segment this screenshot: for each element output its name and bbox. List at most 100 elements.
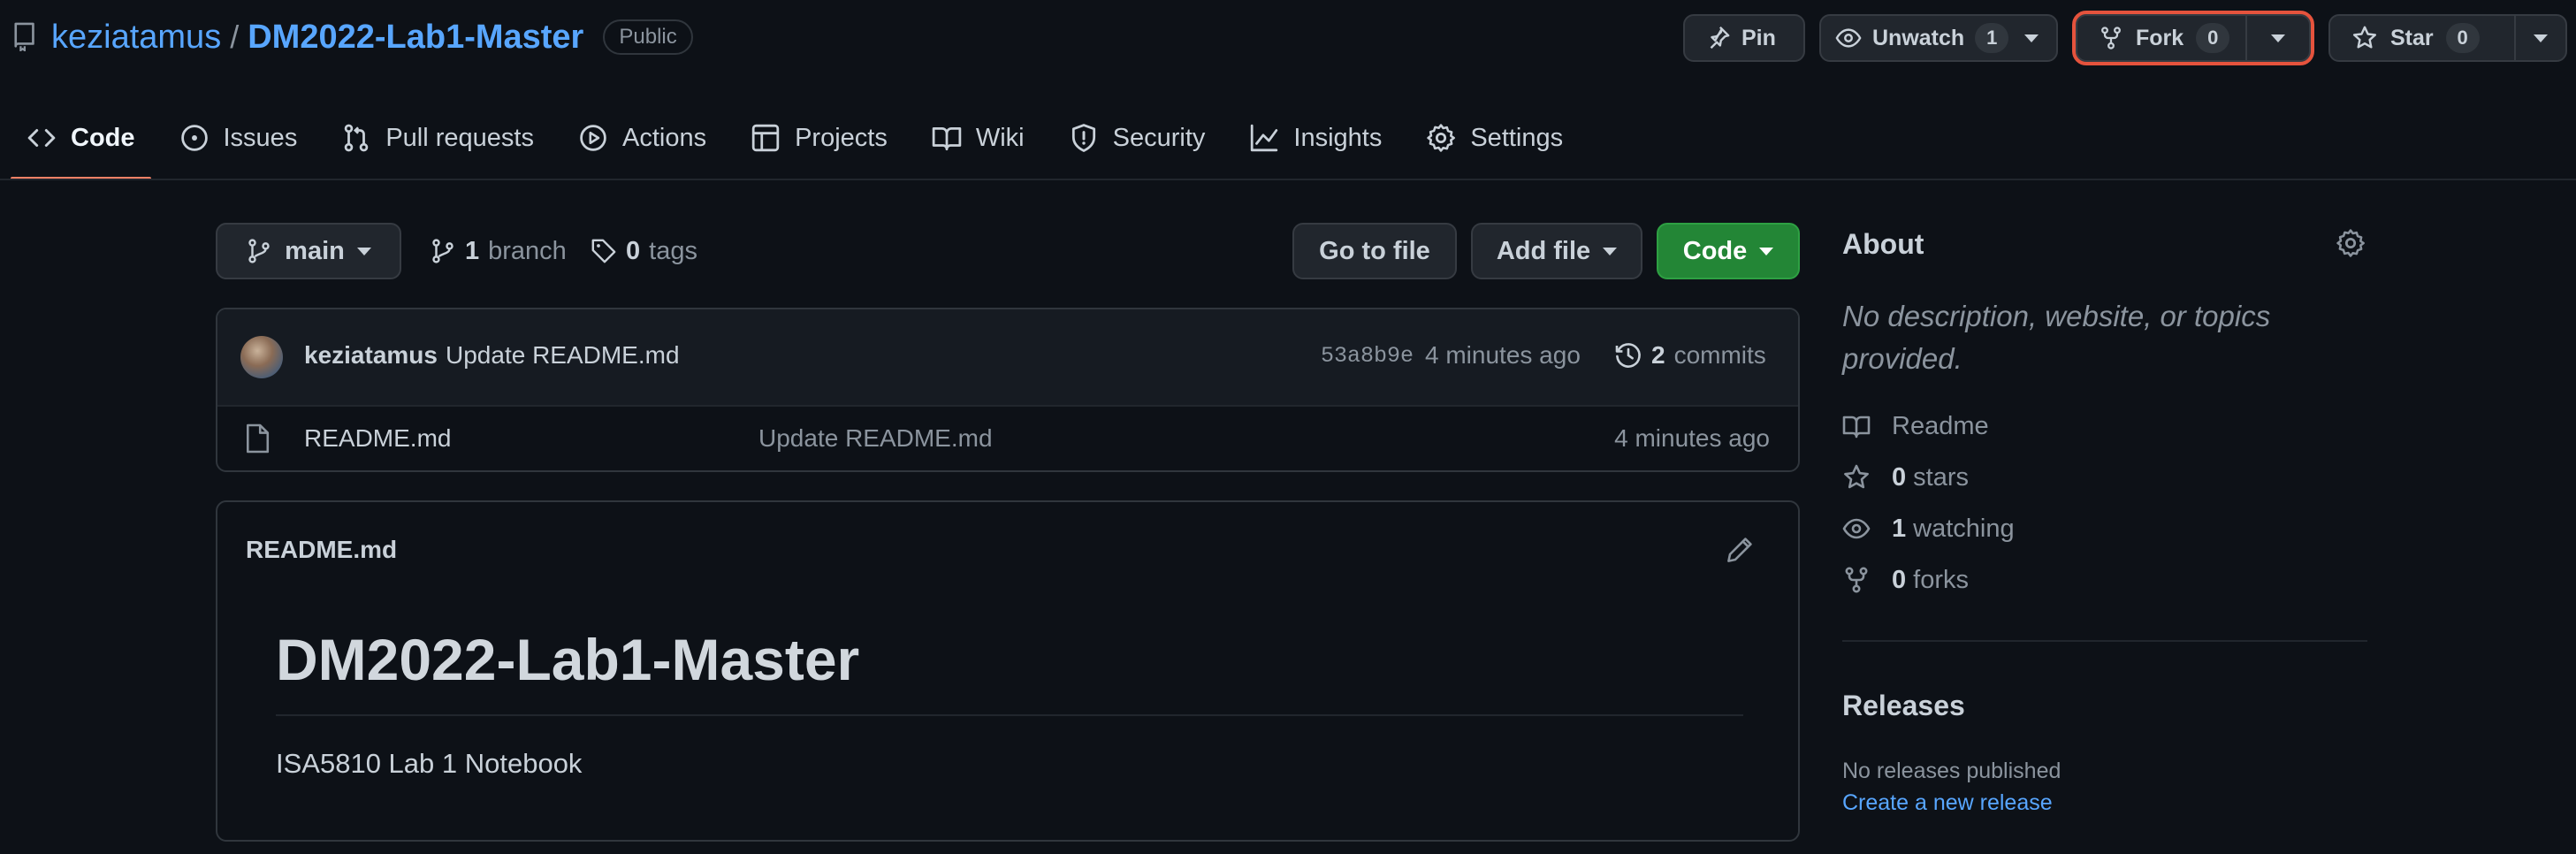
shield-icon (1071, 124, 1095, 152)
pin-label: Pin (1741, 25, 1776, 50)
readme-filename[interactable]: README.md (246, 536, 397, 564)
readme-divider (276, 714, 1743, 716)
watching-count: 1 (1892, 514, 1907, 543)
code-button[interactable]: Code (1657, 223, 1800, 279)
pull-request-icon (345, 124, 369, 152)
graph-icon (1251, 124, 1278, 152)
tab-label: Actions (621, 123, 707, 152)
watching-link[interactable]: 1 watching (1842, 509, 2015, 548)
branch-icon (432, 239, 453, 263)
star-icon (1844, 464, 1869, 489)
readme-body: ISA5810 Lab 1 Notebook (276, 748, 583, 779)
commit-message-link[interactable]: Update README.md (446, 341, 680, 370)
table-row[interactable]: README.md Update README.md 4 minutes ago (217, 405, 1798, 470)
stars-link[interactable]: 0 stars (1842, 458, 1969, 497)
issue-icon (180, 125, 208, 151)
code-icon (27, 129, 56, 147)
fork-button[interactable]: Fork 0 (2077, 16, 2245, 60)
fork-button-group: Fork 0 (2072, 11, 2314, 65)
file-list: keziatamus Update README.md 53a8b9e 4 mi… (216, 308, 1800, 472)
commit-sha-link[interactable]: 53a8b9e (1321, 343, 1414, 369)
chevron-down-icon (356, 247, 371, 255)
unwatch-button[interactable]: Unwatch 1 (1819, 14, 2058, 62)
visibility-badge: Public (603, 19, 693, 55)
tabs-divider (0, 179, 2576, 180)
star-label: Star (2390, 25, 2434, 50)
owner-link[interactable]: keziatamus (51, 19, 221, 57)
play-icon (580, 125, 606, 151)
latest-commit-row: keziatamus Update README.md 53a8b9e 4 mi… (217, 309, 1798, 407)
commit-author-link[interactable]: keziatamus (304, 341, 438, 370)
file-icon (247, 423, 270, 454)
tags-link[interactable]: 0 tags (591, 225, 697, 278)
watch-counter: 1 (1975, 23, 2009, 53)
stars-label: stars (1913, 462, 1969, 492)
repo-tabs: Code Issues Pull requests Actions Projec… (11, 113, 1591, 180)
file-commit-message-link[interactable]: Update README.md (758, 424, 993, 453)
pin-button[interactable]: Pin (1683, 14, 1805, 62)
fork-label: Fork (2136, 25, 2184, 50)
chevron-down-icon (2534, 34, 2548, 42)
commits-history-link[interactable]: 2 commits (1614, 336, 1766, 375)
commit-time: 4 minutes ago (1425, 341, 1581, 369)
branch-select-button[interactable]: main (216, 223, 401, 279)
repo-name-link[interactable]: DM2022-Lab1-Master (248, 19, 583, 57)
tab-projects[interactable]: Projects (735, 113, 903, 163)
go-to-file-button[interactable]: Go to file (1292, 223, 1457, 279)
tab-label: Pull requests (385, 123, 534, 152)
go-to-file-label: Go to file (1319, 236, 1430, 265)
fork-counter: 0 (2196, 23, 2230, 53)
star-button-group: Star 0 (2328, 14, 2567, 62)
add-file-button[interactable]: Add file (1471, 223, 1642, 279)
no-releases-text: No releases published (1842, 759, 2062, 783)
branch-name: main (285, 236, 345, 265)
star-counter: 0 (2445, 23, 2480, 53)
tab-security[interactable]: Security (1053, 113, 1222, 163)
gear-icon[interactable] (2336, 228, 2366, 258)
pencil-icon[interactable] (1726, 536, 1754, 564)
tab-insights[interactable]: Insights (1233, 113, 1398, 163)
readme-link-label: Readme (1892, 411, 1989, 440)
branches-link[interactable]: 1 branch (430, 225, 567, 278)
tab-label: Security (1112, 123, 1206, 152)
avatar[interactable] (240, 336, 283, 378)
file-commit-time: 4 minutes ago (1614, 424, 1770, 452)
unwatch-label: Unwatch (1872, 25, 1965, 50)
forks-link[interactable]: 0 forks (1842, 560, 1969, 599)
about-description: No description, website, or topics provi… (1842, 300, 2271, 375)
readme-link[interactable]: Readme (1842, 407, 1989, 446)
tab-wiki[interactable]: Wiki (916, 113, 1040, 163)
fork-dropdown-button[interactable] (2247, 16, 2309, 60)
add-file-label: Add file (1496, 236, 1591, 265)
branch-icon (248, 239, 270, 263)
tab-label: Code (71, 123, 135, 152)
tab-label: Insights (1293, 123, 1383, 152)
tab-settings[interactable]: Settings (1410, 113, 1579, 163)
readme-box: README.md DM2022-Lab1-Master ISA5810 Lab… (216, 500, 1800, 842)
branch-label: branch (488, 236, 567, 265)
fork-icon (2101, 27, 2121, 50)
eye-icon (1842, 518, 1871, 539)
repo-header: keziatamus / DM2022-Lab1-Master Public P… (0, 0, 2576, 78)
file-name-link[interactable]: README.md (304, 424, 451, 453)
forks-count: 0 (1892, 565, 1907, 594)
tab-actions[interactable]: Actions (562, 113, 722, 163)
stars-count: 0 (1892, 462, 1907, 492)
tab-label: Settings (1470, 123, 1564, 152)
branch-count: 1 (465, 236, 480, 265)
tab-label: Projects (795, 123, 888, 152)
readme-heading: DM2022-Lab1-Master (276, 627, 860, 692)
fork-icon (1845, 567, 1868, 593)
repo-icon (14, 22, 34, 51)
releases-heading[interactable]: Releases (1842, 690, 1965, 722)
commit-count-label: commits (1673, 341, 1766, 369)
tab-issues[interactable]: Issues (164, 113, 314, 163)
pin-icon (1710, 26, 1730, 50)
watching-label: watching (1913, 514, 2015, 543)
tab-code[interactable]: Code (11, 113, 151, 180)
tag-label: tags (649, 236, 697, 265)
star-button[interactable]: Star 0 (2330, 16, 2514, 60)
create-release-link[interactable]: Create a new release (1842, 790, 2053, 816)
star-dropdown-button[interactable] (2516, 16, 2565, 60)
tab-pull-requests[interactable]: Pull requests (325, 113, 550, 163)
